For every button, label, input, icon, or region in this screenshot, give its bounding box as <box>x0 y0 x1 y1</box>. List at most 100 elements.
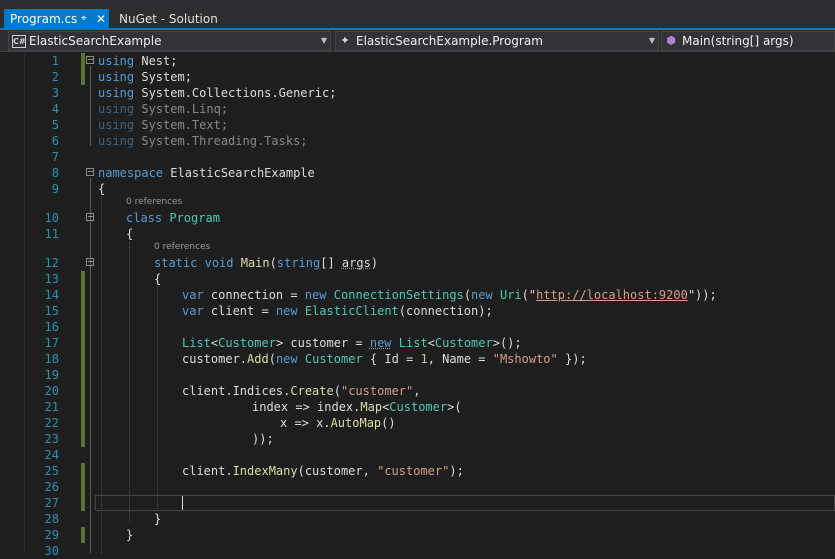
code-line: namespace ElasticSearchExample <box>98 165 315 181</box>
pin-icon[interactable]: ⌖ <box>81 9 87 29</box>
code-text: >( <box>447 400 462 414</box>
member-dropdown[interactable]: ⬢ Main(string[] args) <box>661 31 835 51</box>
line-number: 19 <box>44 368 59 382</box>
string-literal: "customer" <box>340 384 414 398</box>
keyword: using <box>98 86 135 100</box>
type-dropdown[interactable]: ✦ ElasticSearchExample.Program ▼ <box>335 31 659 51</box>
code-text: (connection); <box>398 304 493 318</box>
line-number: 24 <box>44 448 59 462</box>
code-text: index => index. <box>252 400 361 414</box>
outline-line <box>90 66 91 146</box>
change-marker <box>81 53 85 85</box>
code-text: ( <box>268 352 276 366</box>
codelens-references[interactable]: 0 references <box>126 196 182 209</box>
type-name: Customer <box>434 336 493 350</box>
keyword: namespace <box>98 166 164 180</box>
type-name: Uri <box>499 288 522 302</box>
collapse-icon[interactable]: − <box>86 213 94 221</box>
code-editor[interactable]: 1 2 3 4 5 6 7 8 9 10 11 12 13 14 15 16 1… <box>0 53 835 558</box>
type-name: Customer <box>304 352 363 366</box>
code-line: { <box>126 226 133 242</box>
change-marker <box>81 527 85 543</box>
keyword: using <box>98 102 135 116</box>
keyword: void <box>204 256 234 270</box>
chevron-down-icon: ▼ <box>648 36 655 45</box>
code-line: customer.Add(new Customer { Id = 1, Name… <box>182 351 587 367</box>
code-text: Nest; <box>134 54 178 68</box>
line-number: 17 <box>44 336 59 350</box>
indicator-margin <box>0 53 25 553</box>
code-text: System.Text; <box>134 118 229 132</box>
keyword: string <box>276 256 321 270</box>
code-text: ( <box>269 256 277 270</box>
line-number: 27 <box>44 496 59 510</box>
line-number: 11 <box>44 227 59 241</box>
codelens-references[interactable]: 0 references <box>154 241 210 254</box>
indent-guide <box>157 287 158 509</box>
collapse-icon[interactable]: − <box>86 168 94 176</box>
type-name: Customer <box>389 400 448 414</box>
code-text: ( <box>463 288 472 302</box>
code-text: () <box>381 416 396 430</box>
type-name: Program <box>169 211 220 225</box>
type-name: List <box>398 336 428 350</box>
line-number: 26 <box>44 480 59 494</box>
code-text: )); <box>252 432 274 446</box>
code-text: } <box>126 528 134 542</box>
code-line: client.Indices.Create("customer", <box>182 383 420 399</box>
code-text: > customer = <box>275 336 370 350</box>
keyword: using <box>98 118 135 132</box>
code-line: )); <box>252 431 274 447</box>
line-number: 9 <box>51 182 59 196</box>
line-number: 3 <box>51 86 59 100</box>
code-line: index => index.Map<Customer>( <box>252 399 462 415</box>
keyword: var <box>182 304 204 318</box>
project-dropdown[interactable]: C# ElasticSearchExample ▼ <box>8 31 331 51</box>
line-number: 15 <box>44 304 59 318</box>
tab-label: Program.cs <box>10 12 78 26</box>
tab-program-cs[interactable]: Program.cs ⌖ ✕ <box>4 9 109 30</box>
code-text: client = <box>203 304 276 318</box>
code-line: } <box>154 511 161 527</box>
project-dropdown-label: ElasticSearchExample <box>29 34 162 48</box>
collapse-icon[interactable]: − <box>86 56 94 64</box>
type-name: Customer <box>218 336 276 350</box>
line-number: 5 <box>51 118 59 132</box>
line-number: 8 <box>51 166 59 180</box>
code-line: using System.Threading.Tasks; <box>98 133 308 149</box>
keyword: new <box>369 336 392 350</box>
code-text: }); <box>557 352 587 366</box>
close-icon[interactable]: ✕ <box>96 9 106 29</box>
method-name: Main <box>240 256 270 270</box>
code-text: System; <box>134 70 192 84</box>
code-line: List<Customer> customer = new List<Custo… <box>182 335 522 351</box>
code-line: { <box>154 271 161 287</box>
url-link[interactable]: http://localhost:9200 <box>536 288 688 302</box>
code-text: customer. <box>182 352 248 366</box>
line-number: 29 <box>44 528 59 542</box>
change-marker <box>81 335 85 447</box>
tab-label: NuGet - Solution <box>119 12 218 26</box>
indent-guide <box>129 242 130 522</box>
code-line: class Program <box>126 210 220 226</box>
line-number: 21 <box>44 400 59 414</box>
tab-nuget-solution[interactable]: NuGet - Solution <box>113 9 223 29</box>
code-text: { <box>126 227 134 241</box>
line-number: 14 <box>44 288 59 302</box>
code-text: System.Linq; <box>134 102 229 116</box>
class-icon: ✦ <box>340 34 350 47</box>
collapse-icon[interactable]: − <box>86 258 94 266</box>
change-marker <box>81 271 85 287</box>
line-number: 23 <box>44 432 59 446</box>
code-line: var client = new ElasticClient(connectio… <box>182 303 493 319</box>
keyword: var <box>182 288 204 302</box>
code-text: System.Threading.Tasks; <box>134 134 308 148</box>
line-number: 10 <box>44 211 59 225</box>
code-line: x => x.AutoMap() <box>280 415 396 431</box>
code-text: < <box>427 336 435 350</box>
line-number: 6 <box>51 134 59 148</box>
code-text: { <box>98 182 106 196</box>
